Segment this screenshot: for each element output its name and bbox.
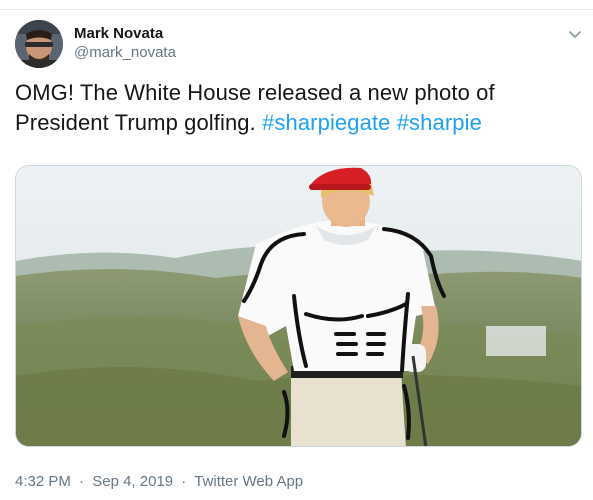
tweet-time[interactable]: 4:32 PM bbox=[15, 473, 71, 490]
author-display-name[interactable]: Mark Novata bbox=[74, 25, 163, 43]
tweet: Mark Novata @mark_novata OMG! The White … bbox=[0, 0, 593, 500]
tweet-text: OMG! The White House released a new phot… bbox=[15, 78, 580, 138]
chevron-down-icon[interactable] bbox=[565, 24, 585, 44]
tweet-date[interactable]: Sep 4, 2019 bbox=[92, 473, 173, 490]
hashtag-link[interactable]: #sharpie bbox=[397, 110, 482, 135]
hashtag-link[interactable]: #sharpiegate bbox=[262, 110, 390, 135]
meta-separator: · bbox=[181, 473, 187, 490]
tweet-source-link[interactable]: Twitter Web App bbox=[194, 473, 303, 490]
tweet-photo[interactable] bbox=[15, 165, 582, 447]
meta-separator: · bbox=[79, 473, 85, 490]
author-handle[interactable]: @mark_novata bbox=[74, 44, 176, 62]
tweet-meta: 4:32 PM · Sep 4, 2019 · Twitter Web App bbox=[15, 473, 303, 491]
golfer-photo bbox=[16, 166, 581, 446]
avatar-image bbox=[15, 20, 63, 68]
avatar[interactable] bbox=[15, 20, 63, 68]
